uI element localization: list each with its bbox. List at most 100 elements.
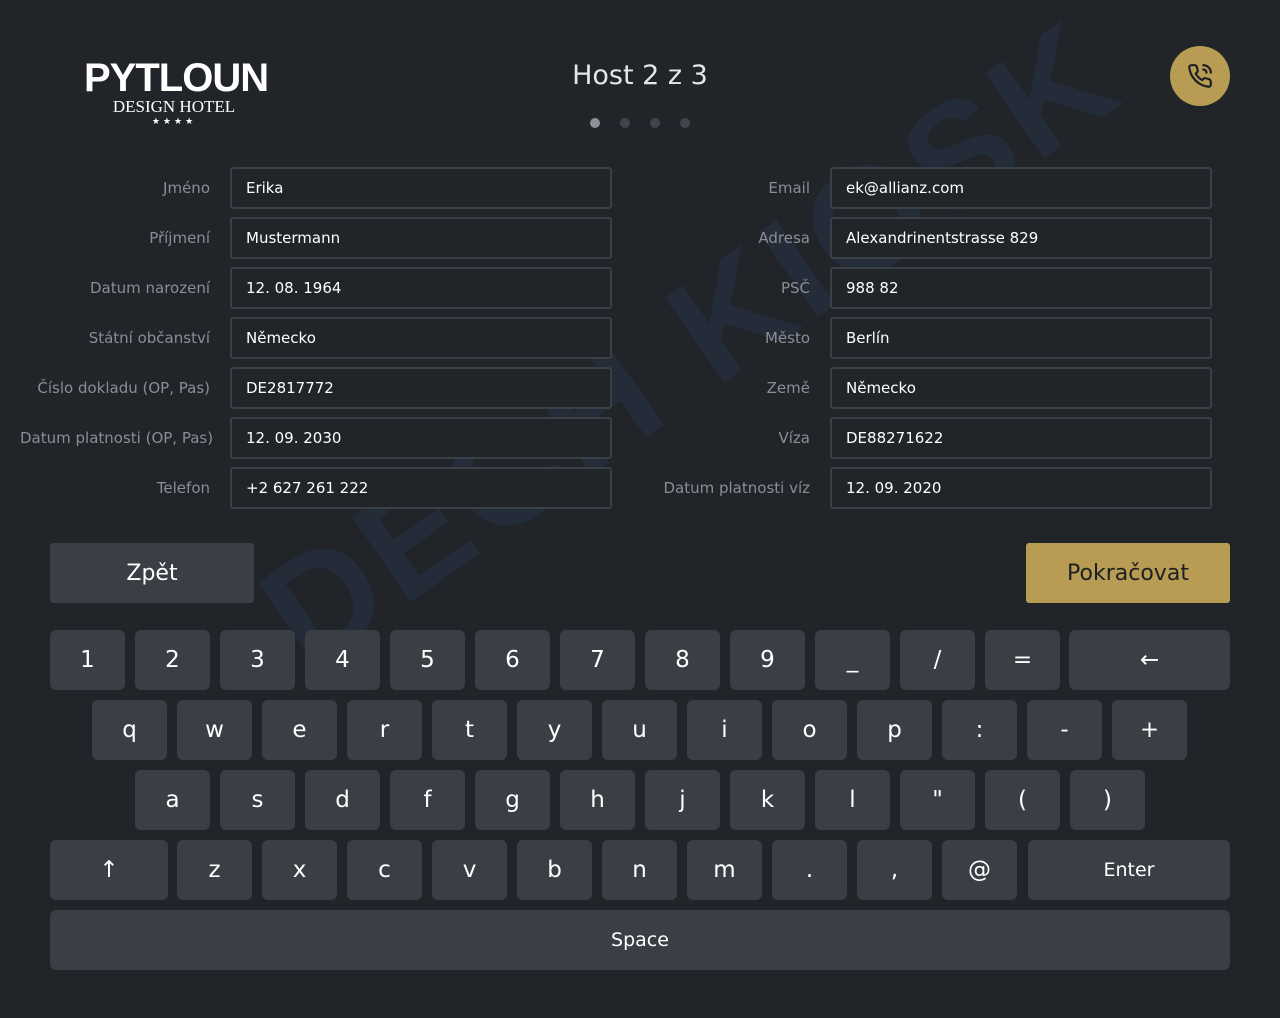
- guest-form-right: Email Adresa PSČ Město Země Víza Datum platnos…: [620, 167, 1212, 517]
- pager-dot: [680, 118, 690, 128]
- key-g[interactable]: g: [475, 770, 550, 830]
- continue-button[interactable]: Pokračovat: [1026, 543, 1230, 603]
- key-symbol[interactable]: +: [1112, 700, 1187, 760]
- key-x[interactable]: x: [262, 840, 337, 900]
- field-input[interactable]: [830, 367, 1212, 409]
- key-symbol[interactable]: .: [772, 840, 847, 900]
- key-symbol[interactable]: @: [942, 840, 1017, 900]
- field-input[interactable]: [230, 267, 612, 309]
- form-row: Jméno: [20, 167, 612, 209]
- field-input[interactable]: [230, 467, 612, 509]
- field-label: PSČ: [780, 279, 810, 297]
- key-9[interactable]: 9: [730, 630, 805, 690]
- form-row: PSČ: [620, 267, 1212, 309]
- key-5[interactable]: 5: [390, 630, 465, 690]
- key-symbol[interactable]: :: [942, 700, 1017, 760]
- enter-key[interactable]: Enter: [1028, 840, 1230, 900]
- key-3[interactable]: 3: [220, 630, 295, 690]
- field-input[interactable]: [230, 367, 612, 409]
- field-label: Číslo dokladu (OP, Pas): [37, 379, 210, 397]
- form-row: Město: [620, 317, 1212, 359]
- key-y[interactable]: y: [517, 700, 592, 760]
- key-z[interactable]: z: [177, 840, 252, 900]
- field-input[interactable]: [830, 467, 1212, 509]
- key-7[interactable]: 7: [560, 630, 635, 690]
- field-label: Státní občanství: [88, 329, 210, 347]
- key-symbol[interactable]: _: [815, 630, 890, 690]
- field-input[interactable]: [830, 417, 1212, 459]
- field-input[interactable]: [830, 317, 1212, 359]
- hotel-logo: PYTLOUN DESIGN HOTEL ★★★★: [84, 56, 269, 128]
- form-row: Číslo dokladu (OP, Pas): [20, 367, 612, 409]
- field-input[interactable]: [230, 417, 612, 459]
- key-s[interactable]: s: [220, 770, 295, 830]
- field-label: Telefon: [156, 479, 210, 497]
- key-c[interactable]: c: [347, 840, 422, 900]
- field-label: Adresa: [758, 229, 810, 247]
- field-label: Město: [764, 329, 810, 347]
- key-symbol[interactable]: =: [985, 630, 1060, 690]
- form-row: Datum platnosti (OP, Pas): [20, 417, 612, 459]
- key-p[interactable]: p: [857, 700, 932, 760]
- key-l[interactable]: l: [815, 770, 890, 830]
- phone-icon: [1188, 64, 1212, 88]
- back-button[interactable]: Zpět: [50, 543, 254, 603]
- key-b[interactable]: b: [517, 840, 592, 900]
- key-j[interactable]: j: [645, 770, 720, 830]
- field-input[interactable]: [230, 317, 612, 359]
- key-n[interactable]: n: [602, 840, 677, 900]
- space-key[interactable]: Space: [50, 910, 1230, 970]
- logo-name: PYTLOUN: [84, 56, 269, 100]
- key-a[interactable]: a: [135, 770, 210, 830]
- field-input[interactable]: [830, 217, 1212, 259]
- backspace-key[interactable]: ←: [1069, 630, 1230, 690]
- key-4[interactable]: 4: [305, 630, 380, 690]
- key-symbol[interactable]: ,: [857, 840, 932, 900]
- key-d[interactable]: d: [305, 770, 380, 830]
- field-label: Datum platnosti víz: [663, 479, 810, 497]
- pager-dot: [620, 118, 630, 128]
- field-label: Datum platnosti (OP, Pas): [20, 429, 214, 447]
- field-input[interactable]: [230, 167, 612, 209]
- form-row: Adresa: [620, 217, 1212, 259]
- key-symbol[interactable]: (: [985, 770, 1060, 830]
- field-input[interactable]: [830, 167, 1212, 209]
- key-symbol[interactable]: ): [1070, 770, 1145, 830]
- pager-dot: [590, 118, 600, 128]
- key-symbol[interactable]: ": [900, 770, 975, 830]
- shift-key[interactable]: ↑: [50, 840, 168, 900]
- field-label: Víza: [778, 429, 811, 447]
- key-r[interactable]: r: [347, 700, 422, 760]
- form-row: Datum narození: [20, 267, 612, 309]
- key-f[interactable]: f: [390, 770, 465, 830]
- field-input[interactable]: [230, 217, 612, 259]
- pager-dot: [650, 118, 660, 128]
- key-u[interactable]: u: [602, 700, 677, 760]
- key-m[interactable]: m: [687, 840, 762, 900]
- key-o[interactable]: o: [772, 700, 847, 760]
- key-q[interactable]: q: [92, 700, 167, 760]
- key-2[interactable]: 2: [135, 630, 210, 690]
- form-row: Země: [620, 367, 1212, 409]
- logo-stars: ★★★★: [151, 117, 197, 127]
- field-label: Jméno: [163, 179, 210, 197]
- key-i[interactable]: i: [687, 700, 762, 760]
- form-row: Státní občanství: [20, 317, 612, 359]
- field-label: Email: [768, 179, 810, 197]
- key-e[interactable]: e: [262, 700, 337, 760]
- form-row: Víza: [620, 417, 1212, 459]
- key-symbol[interactable]: /: [900, 630, 975, 690]
- form-row: Email: [620, 167, 1212, 209]
- key-t[interactable]: t: [432, 700, 507, 760]
- key-8[interactable]: 8: [645, 630, 720, 690]
- call-button[interactable]: [1170, 46, 1230, 106]
- field-input[interactable]: [830, 267, 1212, 309]
- key-1[interactable]: 1: [50, 630, 125, 690]
- key-k[interactable]: k: [730, 770, 805, 830]
- key-w[interactable]: w: [177, 700, 252, 760]
- key-symbol[interactable]: -: [1027, 700, 1102, 760]
- key-h[interactable]: h: [560, 770, 635, 830]
- key-v[interactable]: v: [432, 840, 507, 900]
- field-label: Země: [766, 379, 810, 397]
- key-6[interactable]: 6: [475, 630, 550, 690]
